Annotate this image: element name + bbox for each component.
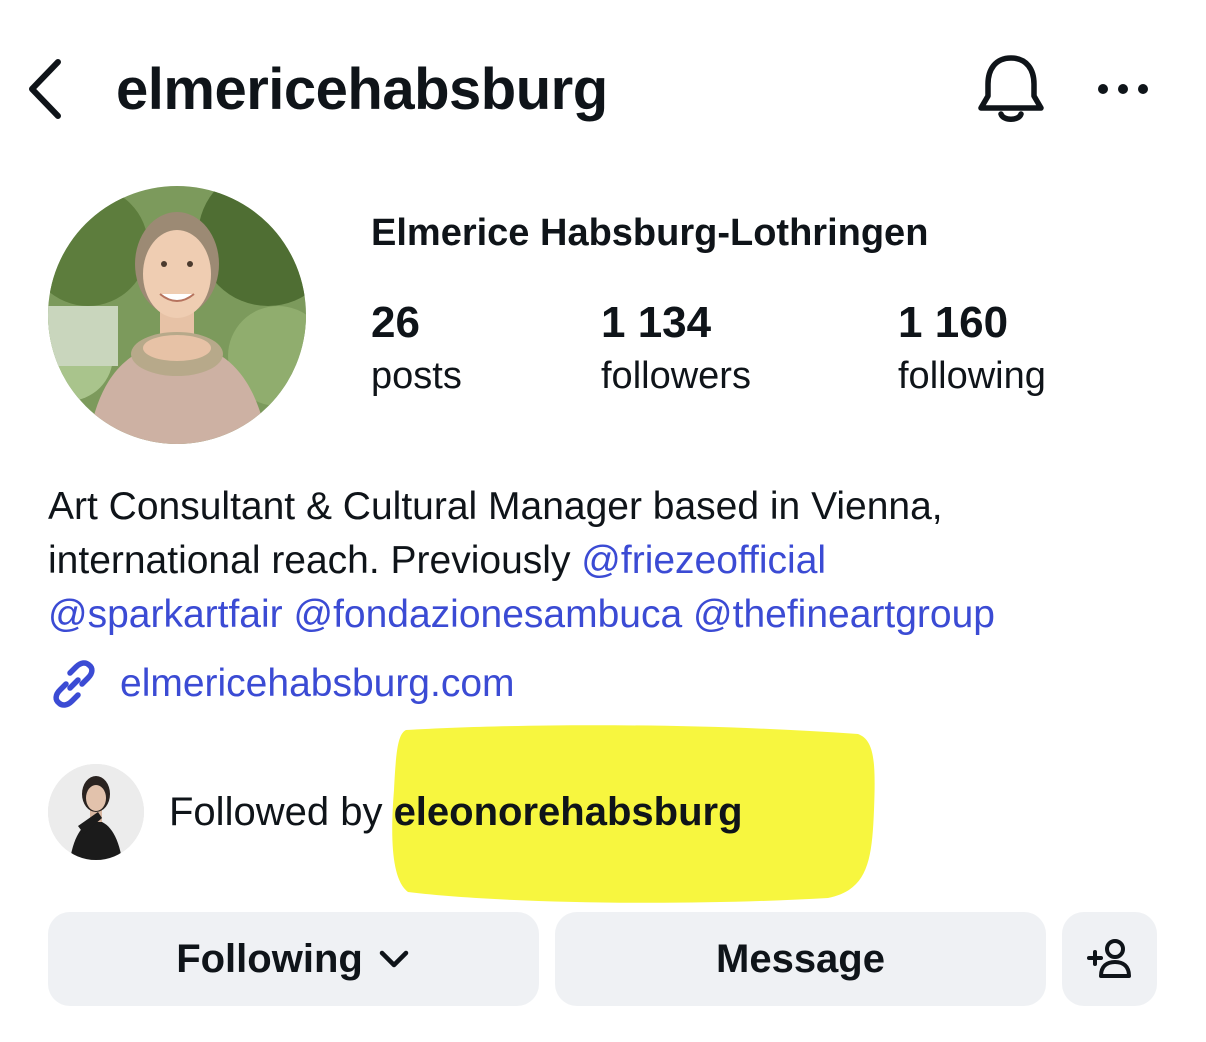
more-icon[interactable] [1094,76,1152,102]
profile-full-name: Elmerice Habsburg-Lothringen [371,212,929,254]
followers-count: 1 134 [601,298,712,347]
following-button-label: Following [176,936,363,981]
posts-label: posts [371,355,462,397]
add-person-icon [1086,939,1131,978]
followed-by-prefix: Followed by [169,790,394,834]
followers-stat[interactable]: 1 134 followers [601,294,751,400]
follower-avatar[interactable] [48,764,144,860]
bio-text: international reach. Previously [48,539,582,582]
bell-icon[interactable] [976,52,1046,126]
website-text[interactable]: elmericehabsburg.com [120,656,515,712]
header-username: elmericehabsburg [116,57,608,122]
profile-page: elmericehabsburg Elmerice Habsburg-Lothr… [0,0,1206,1042]
add-person-button[interactable] [1062,912,1157,1006]
followed-by-text: Followed by eleonorehabsburg [169,786,743,838]
back-chevron-icon[interactable] [22,56,72,122]
bio-line-1: Art Consultant & Cultural Manager based … [48,485,943,528]
chevron-down-icon [379,950,409,968]
message-button[interactable]: Message [555,912,1046,1006]
following-label: following [898,355,1046,397]
bio-line-3: @sparkartfair @fondazionesambuca @thefin… [48,588,1168,642]
profile-avatar[interactable] [48,186,306,444]
message-button-label: Message [716,936,885,981]
profile-bio: Art Consultant & Cultural Manager based … [48,480,1168,642]
following-button[interactable]: Following [48,912,539,1006]
mention-link[interactable]: @thefineartgroup [693,593,995,636]
followers-label: followers [601,355,751,397]
website-link[interactable]: elmericehabsburg.com [48,656,515,712]
following-count: 1 160 [898,298,1009,347]
link-icon [53,660,95,708]
following-stat[interactable]: 1 160 following [898,294,1046,400]
posts-stat[interactable]: 26 posts [371,294,462,400]
posts-count: 26 [371,298,420,347]
mention-link[interactable]: @friezeofficial [581,539,826,582]
bio-line-2: international reach. Previously @friezeo… [48,534,1168,588]
followed-by-user[interactable]: eleonorehabsburg [394,790,743,834]
mention-link[interactable]: @fondazionesambuca [294,593,683,636]
mention-link[interactable]: @sparkartfair [48,593,283,636]
